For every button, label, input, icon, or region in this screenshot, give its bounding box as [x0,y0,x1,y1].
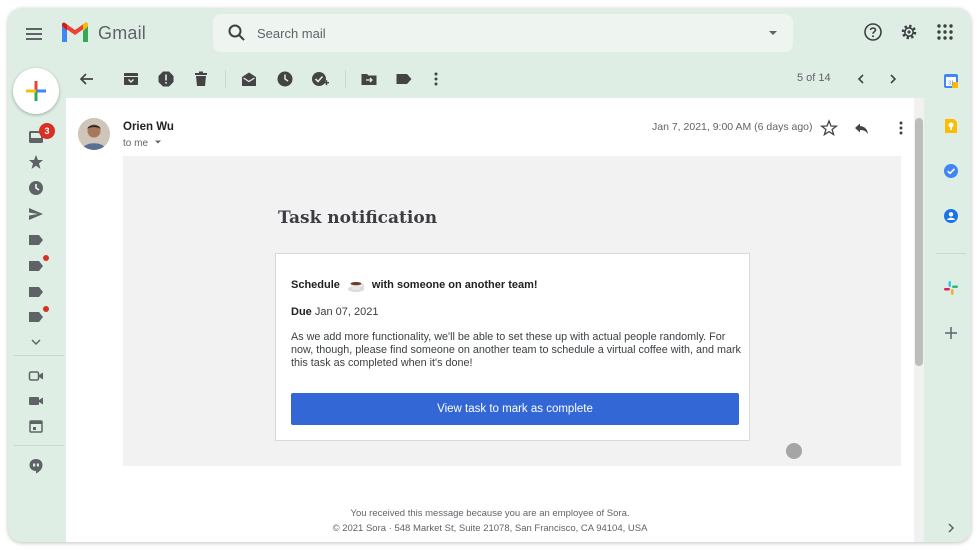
message-date: Jan 7, 2021, 9:00 AM (6 days ago) [652,121,813,133]
email-title: Task notification [278,208,438,228]
star-outline-icon[interactable] [820,119,838,137]
task-description: As we add more functionality, we'll be a… [291,331,741,369]
expand-more-chevron-icon[interactable] [28,334,44,350]
delete-trash-icon[interactable] [192,70,210,88]
recipient-label: to me [123,138,149,149]
slack-addon-icon[interactable] [943,280,959,296]
get-addons-plus-icon[interactable] [943,325,959,341]
show-side-panel-chevron-icon[interactable] [943,520,959,536]
task-heading-end: with someone on another team! [371,279,538,291]
toolbar-divider [345,70,346,88]
google-tasks-icon[interactable] [943,163,959,179]
google-calendar-icon[interactable]: 31 [943,73,959,89]
search-icon[interactable] [227,23,247,43]
due-date-line: Due Jan 07, 2021 [291,306,378,318]
starred-icon[interactable] [28,154,44,170]
label-icon[interactable] [28,284,44,300]
task-card: Schedule with someone on another team! D… [275,253,750,441]
email-body: Task notification Schedule with someone … [123,156,901,466]
side-panel-divider [936,253,966,254]
sender-avatar[interactable] [78,118,110,150]
gmail-window: Gmail 3 5 of 14 [8,8,971,542]
label-icon[interactable] [28,258,44,274]
newer-chevron-left-icon[interactable] [852,70,870,88]
mark-as-unread-icon[interactable] [240,70,258,88]
hangouts-chat-icon[interactable] [28,458,44,474]
task-heading: Schedule with someone on another team! [291,276,538,294]
report-spam-icon[interactable] [157,70,175,88]
archive-icon[interactable] [122,70,140,88]
snoozed-clock-icon[interactable] [28,180,44,196]
sender-name: Orien Wu [123,121,174,133]
search-options-caret-icon[interactable] [767,27,779,39]
due-label: Due [291,306,312,318]
snooze-clock-icon[interactable] [276,70,294,88]
add-to-tasks-icon[interactable] [311,70,329,88]
message-panel: Orien Wu to me Jan 7, 2021, 9:00 AM (6 d… [66,98,914,542]
apps-grid-icon[interactable] [935,22,955,42]
more-options-vertical-icon[interactable] [427,70,445,88]
reply-arrow-icon[interactable] [852,119,870,137]
footer-notice: You received this message because you ar… [350,508,630,519]
main-menu-icon[interactable] [22,22,46,46]
inbox-unread-badge: 3 [39,123,55,139]
svg-text:31: 31 [948,80,954,86]
pagination-count: 5 of 14 [797,72,831,84]
label-tag-icon[interactable] [395,70,413,88]
back-arrow-icon[interactable] [78,70,96,88]
rail-divider [14,355,64,356]
gmail-m-icon [62,22,88,42]
sent-icon[interactable] [28,206,44,222]
meet-join-icon[interactable] [28,393,44,409]
gmail-logo-text: Gmail [98,22,147,43]
scrollbar-thumb[interactable] [915,118,923,366]
gmail-logo[interactable]: Gmail [60,22,146,44]
cursor-indicator [786,443,802,459]
rail-divider [14,445,64,446]
settings-gear-icon[interactable] [899,22,919,42]
toolbar-divider [225,70,226,88]
search-bar[interactable] [213,14,793,52]
label-icon[interactable] [28,309,44,325]
view-task-button[interactable]: View task to mark as complete [291,393,739,425]
top-header: Gmail [8,8,971,60]
message-more-options-icon[interactable] [892,119,910,137]
footer-address: © 2021 Sora · 548 Market St, Suite 21078… [332,523,648,534]
label-icon[interactable] [28,232,44,248]
google-keep-icon[interactable] [943,118,959,134]
calendar-icon[interactable] [28,418,44,434]
help-icon[interactable] [863,22,883,42]
unread-dot [43,306,49,312]
search-input[interactable] [257,14,737,52]
recipient-details-toggle[interactable]: to me [123,138,162,149]
recipient-caret-icon [154,140,161,144]
move-to-folder-icon[interactable] [360,70,378,88]
task-heading-start: Schedule [291,279,340,291]
coffee-cup-icon [347,282,364,292]
meet-new-meeting-icon[interactable] [28,368,44,384]
unread-dot [43,255,49,261]
google-contacts-icon[interactable] [943,208,959,224]
compose-button[interactable] [13,68,59,114]
compose-plus-icon [26,81,46,101]
older-chevron-right-icon[interactable] [884,70,902,88]
due-date: Jan 07, 2021 [314,306,379,318]
